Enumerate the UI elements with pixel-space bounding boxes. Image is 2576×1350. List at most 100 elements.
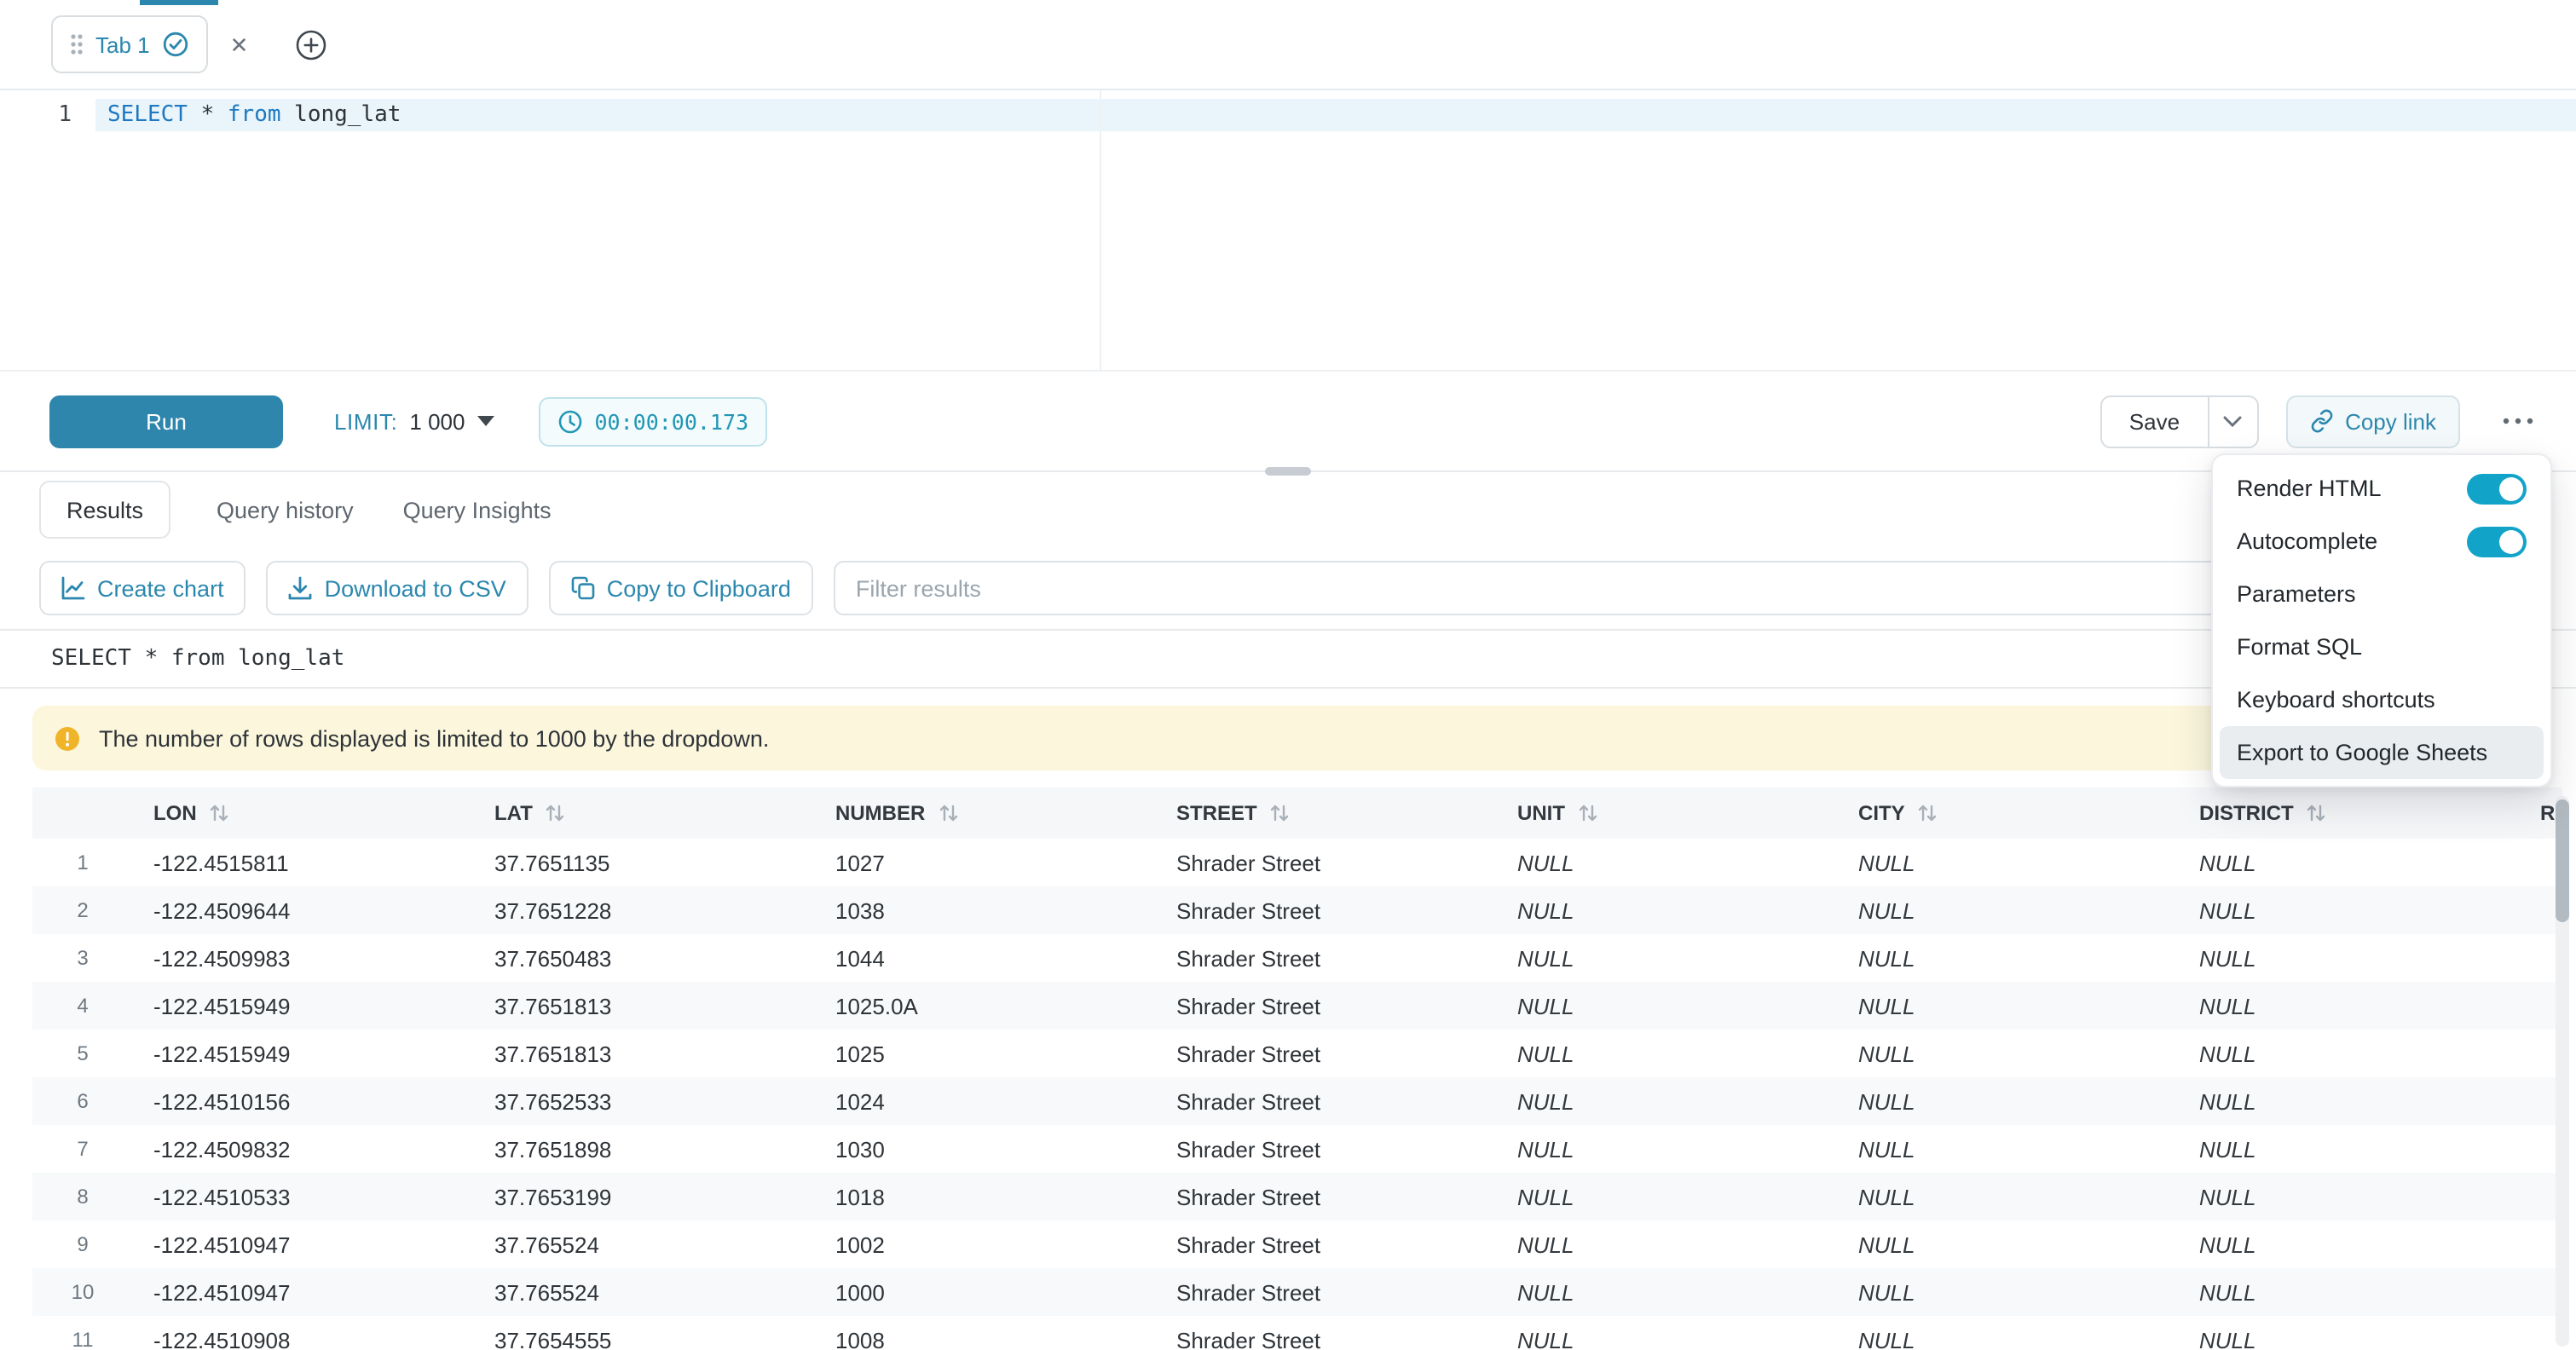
link-icon [2309,409,2333,433]
run-button[interactable]: Run [49,395,283,447]
table-row[interactable]: 4-122.451594937.76518131025.0AShrader St… [32,982,2562,1030]
sql-console: Tab 1 ✕ 1 SELECT * from long_lat Run LIM… [0,0,2576,1350]
pane-resize-handle[interactable] [1264,467,1310,476]
line-number: 1 [0,99,95,131]
table-cell: NULL [1497,1279,1838,1305]
row-number: 11 [32,1328,133,1350]
table-cell: NULL [1497,1041,1838,1066]
table-row[interactable]: 8-122.451053337.76531991018Shrader Stree… [32,1173,2562,1220]
table-cell: NULL [1838,1327,2179,1350]
sort-icon[interactable] [1579,805,1597,822]
banner-text: The number of rows displayed is limited … [99,725,769,751]
sort-icon[interactable] [939,805,957,822]
warning-icon [55,725,80,751]
table-cell: Shrader Street [1156,1184,1497,1209]
column-header-district[interactable]: DISTRICT [2179,801,2520,825]
editor-tab[interactable]: Tab 1 [51,15,208,73]
scrollbar-thumb[interactable] [2556,799,2569,922]
clock-icon [557,408,583,434]
column-header-number[interactable]: NUMBER [815,801,1156,825]
row-number: 8 [32,1185,133,1209]
menu-item-keyboard-shortcuts[interactable]: Keyboard shortcuts [2220,673,2544,726]
sort-icon[interactable] [1919,805,1938,822]
table-row[interactable]: 1-122.451581137.76511351027Shrader Stree… [32,839,2562,886]
table-cell: NULL [1838,945,2179,971]
table-row[interactable]: 2-122.450964437.76512281038Shrader Stree… [32,886,2562,934]
table-cell: Shrader Street [1156,1041,1497,1066]
menu-item-export-to-google-sheets[interactable]: Export to Google Sheets [2220,726,2544,779]
active-tab-indicator [140,0,218,5]
download-csv-button[interactable]: Download to CSV [267,561,528,615]
table-cell: -122.4509832 [133,1136,474,1162]
table-cell: 1038 [815,897,1156,923]
sort-icon[interactable] [1271,805,1290,822]
sql-keyword: SELECT [107,102,188,128]
row-number: 10 [32,1280,133,1304]
tab-query-history[interactable]: Query history [213,497,357,522]
sql-text: * [188,102,228,128]
menu-item-format-sql[interactable]: Format SQL [2220,620,2544,673]
row-number: 9 [32,1232,133,1256]
code-line[interactable]: 1 SELECT * from long_lat [0,99,2576,131]
table-cell: -122.4509644 [133,897,474,923]
column-header-city[interactable]: CITY [1838,801,2179,825]
table-cell: NULL [1497,897,1838,923]
table-cell: 1000 [815,1279,1156,1305]
table-row[interactable]: 11-122.451090837.76545551008Shrader Stre… [32,1316,2562,1350]
table-cell: NULL [1838,1279,2179,1305]
editor-tab-bar: Tab 1 ✕ [0,0,2576,90]
table-row[interactable]: 6-122.451015637.76525331024Shrader Stree… [32,1077,2562,1125]
table-cell: 1030 [815,1136,1156,1162]
copy-link-button[interactable]: Copy link [2285,395,2460,447]
sort-icon[interactable] [2307,805,2326,822]
menu-item-parameters[interactable]: Parameters [2220,568,2544,620]
toggle-switch[interactable] [2467,473,2527,504]
add-tab-button[interactable] [294,28,326,61]
table-row[interactable]: 7-122.450983237.76518981030Shrader Stree… [32,1125,2562,1173]
table-cell: NULL [1497,850,1838,875]
more-options-button[interactable] [2496,407,2540,435]
column-header-street[interactable]: STREET [1156,801,1497,825]
table-cell: -122.4510533 [133,1184,474,1209]
column-header-unit[interactable]: UNIT [1497,801,1838,825]
sql-preview-text: SELECT * from long_lat [51,646,344,672]
limit-value: 1 000 [409,408,465,434]
save-button[interactable]: Save [2100,395,2209,447]
menu-item-render-html[interactable]: Render HTML [2220,462,2544,515]
table-row[interactable]: 10-122.451094737.7655241000Shrader Stree… [32,1268,2562,1316]
table-cell: -122.4515949 [133,1041,474,1066]
query-toolbar: Run LIMIT: 1 000 00:00:00.173 Save [0,372,2576,472]
plus-circle-icon [294,28,326,61]
table-cell: 1025.0A [815,993,1156,1018]
column-header-lat[interactable]: LAT [474,801,815,825]
toggle-switch[interactable] [2467,526,2527,557]
table-cell: -122.4510947 [133,1279,474,1305]
table-row[interactable]: 3-122.450998337.76504831044Shrader Stree… [32,934,2562,982]
table-cell: Shrader Street [1156,850,1497,875]
menu-item-autocomplete[interactable]: Autocomplete [2220,515,2544,568]
tab-results[interactable]: Results [39,481,170,539]
row-number: 2 [32,898,133,922]
close-tab-button[interactable]: ✕ [230,33,249,55]
sql-editor[interactable]: 1 SELECT * from long_lat [0,90,2576,372]
table-cell: NULL [2179,1232,2520,1257]
table-row[interactable]: 5-122.451594937.76518131025Shrader Stree… [32,1030,2562,1077]
copy-clipboard-button[interactable]: Copy to Clipboard [549,561,813,615]
sort-icon[interactable] [546,805,565,822]
code-text[interactable]: SELECT * from long_lat [95,99,2576,131]
column-header-lon[interactable]: LON [133,801,474,825]
table-cell: NULL [2179,1279,2520,1305]
column-label: DISTRICT [2199,801,2294,825]
vertical-scrollbar[interactable] [2556,796,2569,1347]
create-chart-button[interactable]: Create chart [39,561,246,615]
limit-dropdown[interactable]: LIMIT: 1 000 [334,408,494,434]
more-menu: Render HTMLAutocompleteParametersFormat … [2211,453,2552,788]
table-cell: 1002 [815,1232,1156,1257]
tab-query-insights[interactable]: Query Insights [400,497,555,522]
table-row[interactable]: 9-122.451094737.7655241002Shrader Street… [32,1220,2562,1268]
table-cell: NULL [2179,1088,2520,1114]
sort-icon[interactable] [211,805,229,822]
save-options-button[interactable] [2209,395,2258,447]
table-cell: Shrader Street [1156,945,1497,971]
table-cell: 37.7650483 [474,945,815,971]
